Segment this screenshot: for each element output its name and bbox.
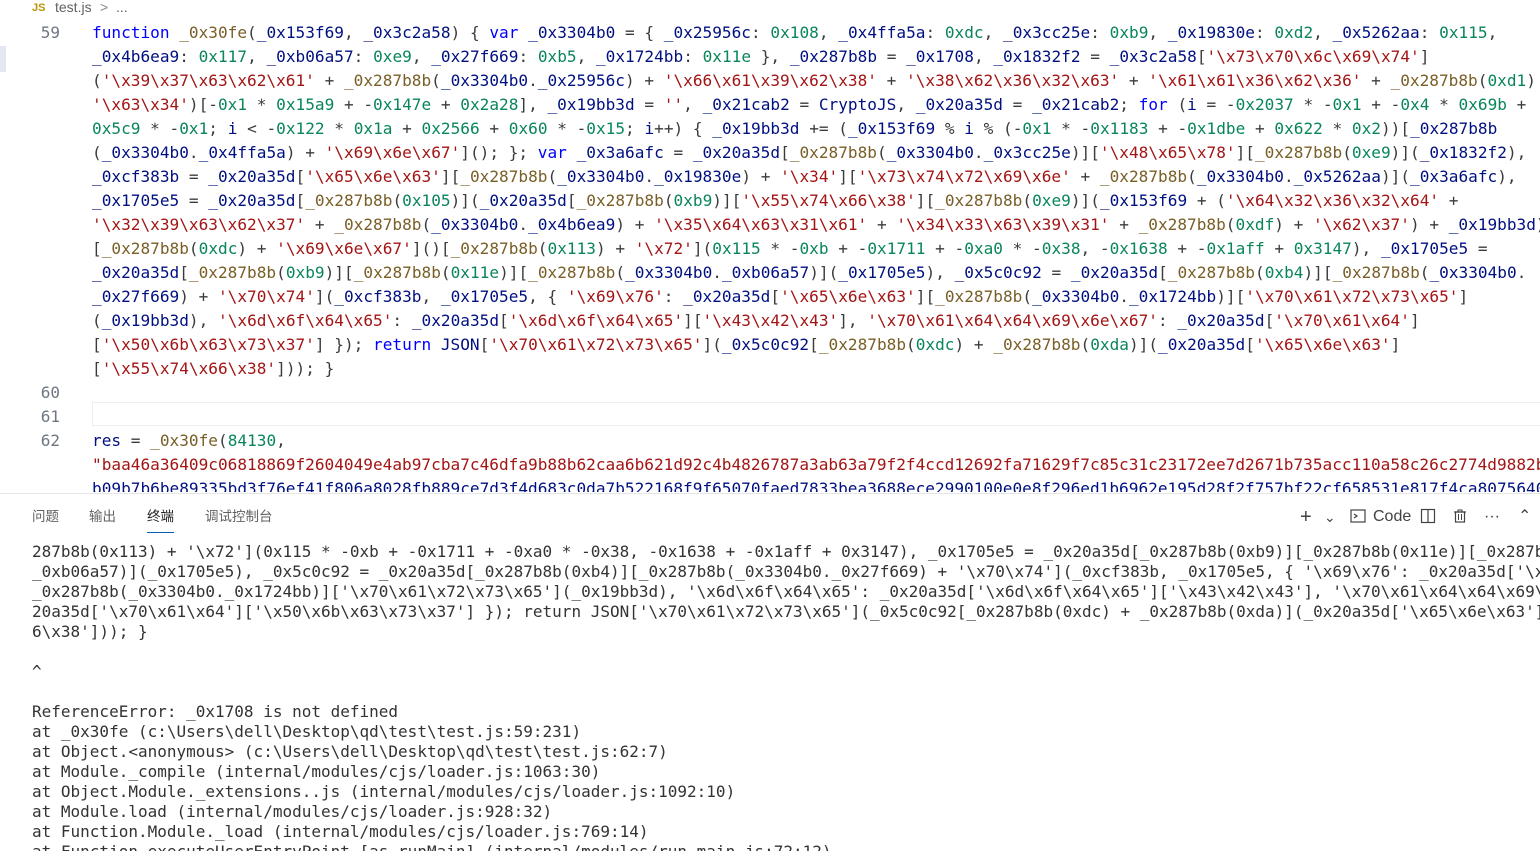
terminal-line: at Object.Module._extensions..js (intern… bbox=[32, 782, 736, 801]
code-line[interactable]: (_0x3304b0._0x4ffa5a) + '\x69\x6e\x67'](… bbox=[92, 141, 1526, 165]
terminal-line: ^ bbox=[32, 662, 42, 681]
code-line[interactable]: 0x5c9 * -0x1; i < -0x122 * 0x1a + 0x2566… bbox=[92, 117, 1497, 141]
code-line[interactable]: [_0x287b8b(0xdc) + '\x69\x6e\x67']()[_0x… bbox=[92, 237, 1488, 261]
code-line[interactable]: function _0x30fe(_0x153f69, _0x3c2a58) {… bbox=[92, 21, 1497, 45]
code-line[interactable]: _0x27f669) + '\x70\x74'](_0xcf383b, _0x1… bbox=[92, 285, 1468, 309]
terminal-output[interactable]: 287b8b(0x113) + '\x72'](0x115 * -0xb + -… bbox=[32, 540, 1540, 851]
tab-output[interactable]: 输出 bbox=[89, 508, 116, 532]
tab-terminal[interactable]: 终端 bbox=[147, 508, 174, 533]
javascript-file-icon: JS bbox=[32, 2, 46, 14]
code-line[interactable]: ['\x50\x6b\x63\x73\x37'] }); return JSON… bbox=[92, 333, 1400, 357]
code-line[interactable]: (_0x19bb3d), '\x6d\x6f\x64\x65': _0x20a3… bbox=[92, 309, 1420, 333]
split-terminal-icon[interactable] bbox=[1420, 504, 1436, 530]
terminal-line: 287b8b(0x113) + '\x72'](0x115 * -0xb + -… bbox=[32, 542, 1540, 561]
new-terminal-icon[interactable]: + bbox=[1300, 504, 1312, 530]
panel-divider[interactable] bbox=[0, 493, 1540, 494]
breadcrumb-more[interactable]: ... bbox=[116, 0, 128, 15]
code-line[interactable]: _0x20a35d[_0x287b8b(0xb9)][_0x287b8b(0x1… bbox=[92, 261, 1526, 285]
code-editor[interactable]: 59 60 61 62 function _0x30fe(_0x153f69, _0x3… bbox=[0, 18, 1540, 492]
trash-icon[interactable] bbox=[1452, 504, 1468, 530]
terminal-line: ReferenceError: _0x1708 is not defined bbox=[32, 702, 399, 721]
gutter-change-marker bbox=[0, 46, 6, 72]
code-line[interactable]: '\x63\x34')[-0x1 * 0x15a9 + -0x147e + 0x… bbox=[92, 93, 1526, 117]
breadcrumb-file[interactable]: test.js bbox=[55, 0, 92, 15]
line-number: 59 bbox=[40, 23, 60, 42]
terminal-line: at Function.Module._load (internal/modul… bbox=[32, 822, 649, 841]
tab-problems[interactable]: 问题 bbox=[32, 508, 59, 532]
terminal-profile-label[interactable]: Code bbox=[1373, 504, 1411, 530]
code-line[interactable]: "baa46a36409c06818869f2604049e4ab97cba7c… bbox=[92, 453, 1540, 477]
more-actions-icon[interactable]: ··· bbox=[1484, 504, 1500, 530]
code-line[interactable]: res = _0x30fe(84130, bbox=[92, 429, 286, 453]
code-line[interactable]: '\x32\x39\x63\x62\x37' + _0x287b8b(_0x33… bbox=[92, 213, 1540, 237]
line-number: 60 bbox=[40, 383, 60, 402]
chevron-down-icon[interactable]: ⌄ bbox=[1324, 504, 1336, 530]
code-line[interactable]: _0xcf383b = _0x20a35d['\x65\x6e\x63'][_0… bbox=[92, 165, 1517, 189]
terminal-icon bbox=[1350, 504, 1366, 530]
line-number: 61 bbox=[40, 407, 60, 426]
terminal-line: _0xb06a57)](_0x1705e5), _0x5c0c92 = _0x2… bbox=[32, 562, 1540, 581]
code-line[interactable]: _0x1705e5 = _0x20a35d[_0x287b8b(0x105)](… bbox=[92, 189, 1458, 213]
terminal-line: at _0x30fe (c:\Users\dell\Desktop\qd\tes… bbox=[32, 722, 582, 741]
terminal-line: _0x287b8b(_0x3304b0._0x1724bb)]['\x70\x6… bbox=[32, 582, 1540, 601]
line-number: 62 bbox=[40, 431, 60, 450]
code-line[interactable]: ['\x55\x74\x66\x38'])); } bbox=[92, 357, 334, 381]
current-line-highlight bbox=[92, 402, 1540, 426]
panel-tab-bar: 问题 输出 终端 调试控制台 + ⌄ Code ··· ⌃ bbox=[0, 500, 1540, 536]
maximize-panel-icon[interactable]: ⌃ bbox=[1518, 504, 1531, 530]
code-line[interactable]: b09b7b6be89335bd3f76ef41f806a8028fb889ce… bbox=[92, 477, 1540, 492]
chevron-right-icon: > bbox=[100, 0, 109, 15]
terminal-line: 20a35d['\x70\x61\x64']['\x50\x6b\x63\x73… bbox=[32, 602, 1540, 621]
terminal-line: at Module._compile (internal/modules/cjs… bbox=[32, 762, 601, 781]
tab-debug-console[interactable]: 调试控制台 bbox=[205, 508, 273, 532]
terminal-line: at Object.<anonymous> (c:\Users\dell\Des… bbox=[32, 742, 668, 761]
terminal-line: 6\x38'])); } bbox=[32, 622, 148, 641]
code-line[interactable]: ('\x39\x37\x63\x62\x61' + _0x287b8b(_0x3… bbox=[92, 69, 1540, 93]
breadcrumb: JS test.js > ... bbox=[0, 0, 1540, 16]
code-line[interactable]: _0x4b6ea9: 0x117, _0xb06a57: 0xe9, _0x27… bbox=[92, 45, 1429, 69]
terminal-line: at Function.executeUserEntryPoint [as ru… bbox=[32, 842, 832, 851]
terminal-line: at Module.load (internal/modules/cjs/loa… bbox=[32, 802, 553, 821]
